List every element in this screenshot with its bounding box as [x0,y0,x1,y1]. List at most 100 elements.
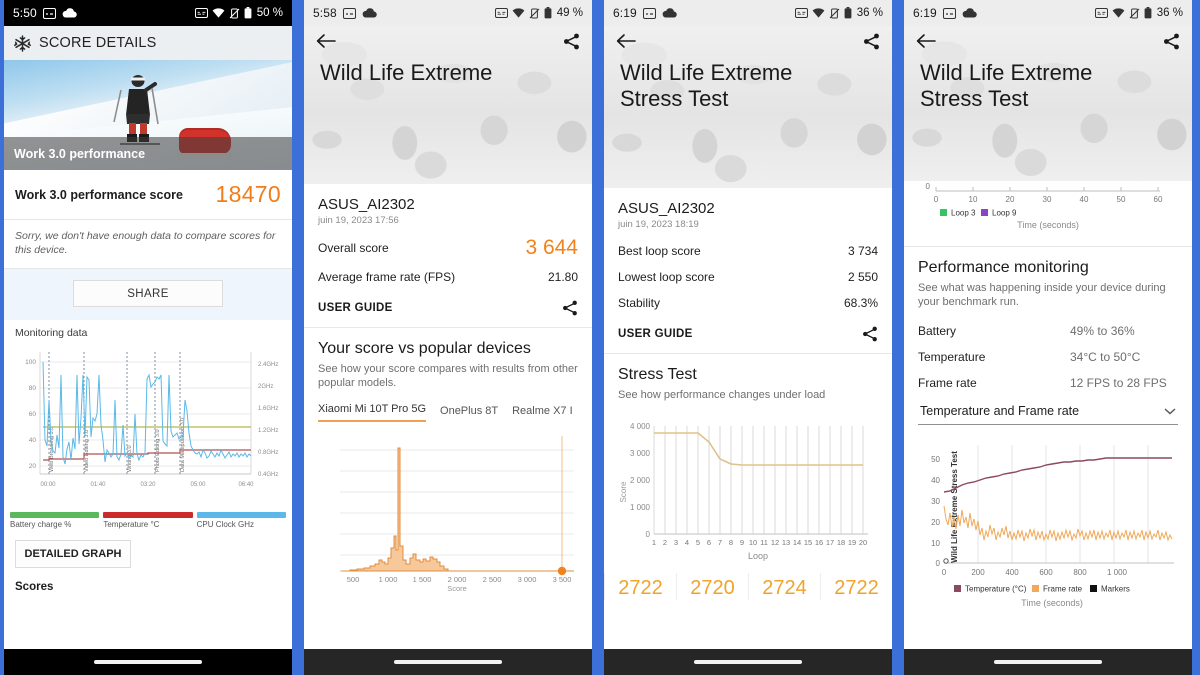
svg-text:4: 4 [685,538,689,547]
share-icon[interactable] [562,300,578,316]
header-controls [304,26,592,50]
svg-text:00:00: 00:00 [40,482,56,488]
status-right: 50 % [194,7,283,19]
svg-text:3 000: 3 000 [630,449,651,458]
panel-performance-monitoring: 6:19 36 % Wild Life Extreme Stress Test … [904,0,1192,675]
wifi-icon [1112,8,1125,18]
stress-test-subtitle: See how performance changes under load [618,389,826,401]
svg-text:1 000: 1 000 [1107,568,1128,577]
svg-text:0: 0 [646,530,651,539]
svg-text:Photo Editing 3.0: Photo Editing 3.0 [155,430,161,473]
cloud-icon [962,8,977,18]
tab-oneplus-8t[interactable]: OnePlus 8T [440,405,498,422]
nav-home-pill[interactable] [94,660,202,664]
benchmark-title: Wild Life Extreme Stress Test [620,60,793,111]
share-icon[interactable] [862,326,878,342]
svg-text:Wild Life Extreme Stress Test: Wild Life Extreme Stress Test [950,450,959,562]
frame-rate-row: Frame rate 12 FPS to 28 FPS [904,370,1192,396]
svg-text:01:40: 01:40 [90,482,106,488]
svg-text:5: 5 [696,538,700,547]
tab-xiaomi-mi-10t-pro-5g[interactable]: Xiaomi Mi 10T Pro 5G [318,403,427,422]
header-controls [604,26,892,50]
svg-text:05:00: 05:00 [190,482,206,488]
user-guide-row[interactable]: USER GUIDE [604,316,892,353]
stress-test-title: Stress Test [618,366,697,383]
legend-item-cpu-clock: CPU Clock GHz [196,512,286,529]
share-icon[interactable] [863,33,880,50]
best-loop-score-label: Best loop score [618,244,701,258]
battery-icon [844,7,852,19]
svg-text:0.8GHz: 0.8GHz [258,450,278,456]
status-clock: 6:19 [913,6,937,20]
vibrate-off-icon [1129,8,1140,19]
nav-home-pill[interactable] [694,660,802,664]
benchmark-title: Wild Life Extreme Stress Test [920,60,1093,111]
vibrate-off-icon [529,8,540,19]
comparison-section: Your score vs popular devices See how yo… [304,328,592,600]
no-comparison-note: Sorry, we don't have enough data to comp… [4,220,292,270]
svg-text:12: 12 [771,538,779,547]
svg-text:03:20: 03:20 [140,482,156,488]
back-arrow-icon[interactable] [616,33,636,50]
device-name: ASUS_AI2302 [318,196,415,213]
battery-percent: 49 % [556,7,583,19]
best-loop-score-row: Best loop score 3 734 [604,238,892,264]
share-section: SHARE [4,269,292,321]
back-arrow-icon[interactable] [316,33,336,50]
performance-monitoring-section: Performance monitoring See what was happ… [904,247,1192,618]
svg-text:Video Editing 3.0: Video Editing 3.0 [84,430,90,472]
status-left: 6:19 [913,6,977,20]
nav-home-pill[interactable] [394,660,502,664]
svg-text:1 000: 1 000 [630,503,651,512]
nav-home-pill[interactable] [994,660,1102,664]
user-guide-row[interactable]: USER GUIDE [304,290,592,327]
svg-text:40: 40 [931,476,940,485]
svg-text:Score: Score [619,481,628,502]
svg-text:60: 60 [1154,195,1163,204]
tab-realme-x7-i[interactable]: Realme X7 I [512,405,573,422]
monitoring-chart: 100 80 60 40 20 2.4GHz 2GHz 1.6GHz 1.2GHz 0.… [4,344,292,509]
comparison-subtitle: See how your score compares with results… [318,363,578,390]
system-nav-bar [604,649,892,675]
status-clock: 5:50 [13,6,37,20]
scores-section-label: Scores [15,581,54,594]
svg-text:20: 20 [1006,195,1015,204]
run-timestamp: juin 19, 2023 17:56 [318,215,399,226]
legend-swatch-loop9 [981,209,988,216]
svg-text:16: 16 [815,538,823,547]
share-icon[interactable] [1163,33,1180,50]
svg-text:600: 600 [1039,568,1053,577]
lowest-loop-score-value: 2 550 [847,270,878,284]
vibrate-off-icon [229,8,240,19]
svg-text:Loop 3: Loop 3 [951,209,976,218]
monitoring-legend: Battery charge % Temperature °C CPU Cloc… [4,509,292,531]
svg-text:Data Manipulation 3.0: Data Manipulation 3.0 [180,418,186,472]
svg-text:Time (seconds): Time (seconds) [1021,598,1083,608]
share-icon[interactable] [563,33,580,50]
back-arrow-icon[interactable] [916,33,936,50]
svg-text:30: 30 [931,497,940,506]
screenshot-icon [342,7,356,19]
app-bar: SCORE DETAILS [4,26,292,60]
battery-percent: 50 % [256,7,283,19]
screenshot-icon [642,7,656,19]
svg-text:40: 40 [29,437,37,444]
panel-stress-test-result: 6:19 36 % Wild Life Extreme Stress Test … [604,0,892,675]
avg-frame-rate-value: 21.80 [547,270,578,284]
status-clock: 5:58 [313,6,337,20]
your-score-marker [557,566,567,575]
loop-score-1: 2722 [604,573,676,601]
user-guide-label: USER GUIDE [318,302,393,314]
svg-text:4 000: 4 000 [630,422,651,431]
svg-text:2.4GHz: 2.4GHz [258,362,278,368]
legend-swatch-temperature [954,584,961,592]
perf-monitoring-subtitle: See what was happening inside your devic… [918,282,1166,309]
metric-selector-dropdown[interactable]: Temperature and Frame rate [918,404,1178,425]
detailed-graph-section: DETAILED GRAPH [4,531,292,574]
loop-score-2: 2720 [676,573,748,601]
device-tabs: Xiaomi Mi 10T Pro 5G OnePlus 8T Realme X… [304,399,592,422]
detailed-graph-button[interactable]: DETAILED GRAPH [15,540,131,569]
score-label: Work 3.0 performance score [15,187,183,202]
share-button[interactable]: SHARE [73,280,223,308]
chevron-down-icon[interactable] [1164,407,1176,415]
